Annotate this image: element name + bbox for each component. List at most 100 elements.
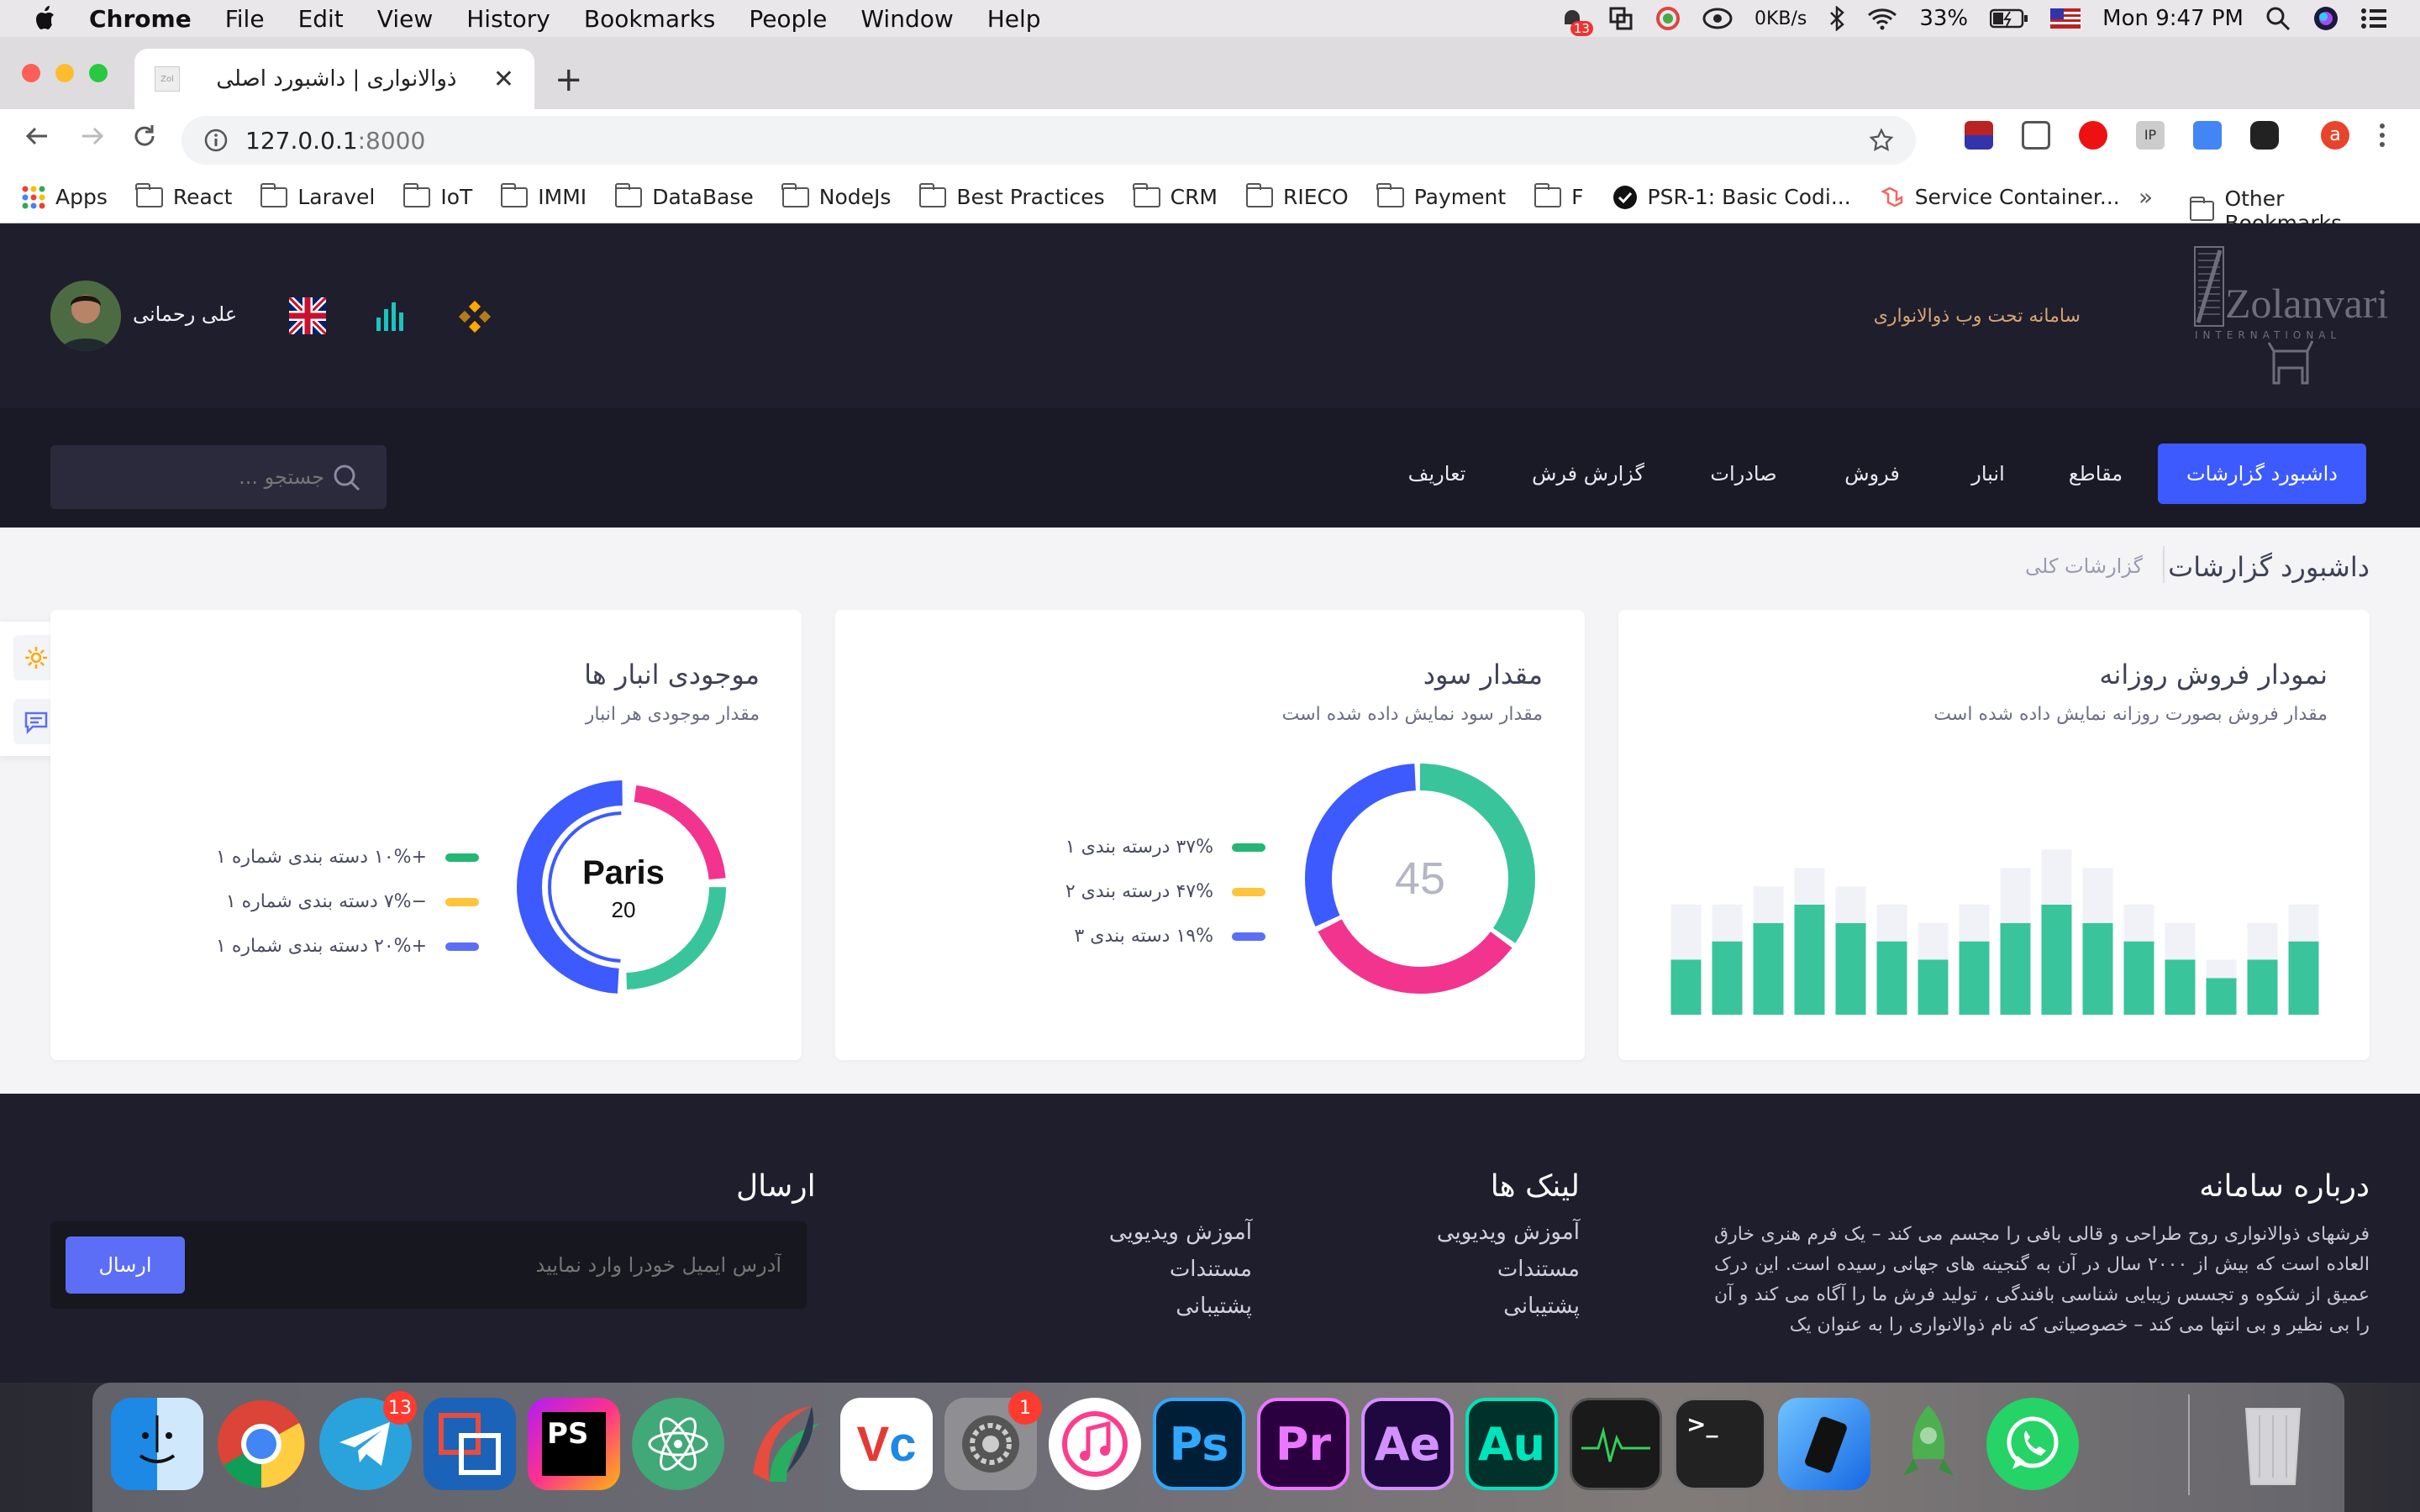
dock-after-effects[interactable]: Ae [1361,1398,1454,1490]
dock-simulator[interactable] [1778,1398,1870,1490]
dock-atom[interactable] [632,1398,724,1490]
search-input[interactable] [72,460,324,494]
translate-box-extension-icon[interactable] [2022,121,2050,150]
bookmarks-overflow-button[interactable]: » [2139,183,2153,211]
bookmark-folder-best-practices[interactable]: Best Practices [918,182,1105,209]
apps-menu-button[interactable] [458,300,492,336]
nav-definitions[interactable]: تعاریف [1395,444,1479,504]
language-switch-button[interactable] [287,295,329,338]
dock-activity-monitor[interactable] [1570,1398,1662,1490]
zoom-window-button[interactable] [89,64,108,82]
stats-button[interactable] [375,302,407,334]
chrome-menu-icon[interactable] [2378,121,2386,150]
footer-link-support[interactable]: پشتیبانی [1503,1294,1580,1319]
nav-sales[interactable]: فروش [1830,444,1914,504]
menu-view[interactable]: View [377,5,433,33]
dock-itunes[interactable] [1049,1398,1141,1490]
dock-chrome[interactable] [215,1398,308,1490]
nav-dashboard-reports[interactable]: داشبورد گزارشات [2158,444,2366,504]
active-tab[interactable]: Zol ذوالانواری | داشبورد اصلی ✕ [134,49,534,109]
dock-finder[interactable] [111,1398,203,1490]
footer-link-video-tutorial[interactable]: آموزش ویدیویی [1437,1220,1580,1245]
menu-window[interactable]: Window [860,5,953,33]
bookmark-folder-payment[interactable]: Payment [1376,182,1506,209]
bookmark-folder-nodejs[interactable]: NodeJs [781,182,891,209]
dock-mining-app[interactable] [1882,1398,1975,1490]
search-icon[interactable] [333,464,361,492]
menu-bookmarks[interactable]: Bookmarks [584,5,715,33]
footer-link-support[interactable]: پشتیبانی [1176,1294,1252,1319]
back-button[interactable] [22,121,52,159]
flag-extension-icon[interactable] [1965,121,1993,150]
dock-photoshop[interactable]: Ps [1153,1398,1245,1490]
address-bar[interactable]: 127.0.0.1:8000 [182,116,1916,165]
forward-button[interactable] [77,121,108,159]
dock-premiere[interactable]: Pr [1257,1398,1349,1490]
wifi-icon[interactable] [1867,7,1897,30]
clock[interactable]: Mon 9:47 PM [2102,6,2244,31]
us-flag-input-icon[interactable] [2050,8,2081,29]
ip-extension-icon[interactable]: IP [2136,121,2165,150]
user-avatar[interactable] [50,281,121,351]
dock-system-preferences[interactable]: 1 [944,1391,1042,1490]
brand-logo[interactable]: Zolanvari INTERNATIONAL [2191,242,2388,390]
apple-icon[interactable] [34,4,59,33]
colorful-app-icon[interactable] [1655,6,1681,31]
bookmark-folder-rieco[interactable]: RIECO [1245,182,1349,209]
user-name[interactable]: علی رحمانی [133,302,237,326]
dock-telegram[interactable]: 13 [319,1391,417,1490]
send-button[interactable]: ارسال [66,1236,185,1294]
dock-audition[interactable]: Au [1465,1398,1558,1490]
reload-button[interactable] [129,121,160,159]
battery-icon[interactable] [1990,8,2028,29]
dock-trash[interactable] [2227,1398,2319,1490]
menu-history[interactable]: History [466,5,550,33]
footer-link-video-tutorial[interactable]: آموزش ویدیویی [1109,1220,1252,1245]
close-window-button[interactable] [22,64,40,82]
menu-people[interactable]: People [749,5,827,33]
bluetooth-icon[interactable] [1828,6,1845,31]
bookmark-star-icon[interactable] [1869,128,1894,153]
bookmark-psr1[interactable]: PSR-1: Basic Codi... [1612,185,1851,210]
spotlight-search-icon[interactable] [2265,6,2291,31]
footer-link-docs[interactable]: مستندات [1497,1257,1580,1282]
nav-carpet-report[interactable]: گزارش فرش [1518,444,1659,504]
bookmark-folder-immi[interactable]: IMMI [500,182,587,209]
minimize-window-button[interactable] [55,64,74,82]
bookmark-folder-database[interactable]: DataBase [614,182,754,209]
nav-sections[interactable]: مقاطع [2055,444,2136,504]
dock-rocket-app[interactable] [736,1398,829,1490]
incognito-extension-icon[interactable] [2250,121,2279,150]
menu-app-name[interactable]: Chrome [89,5,192,33]
site-info-icon[interactable] [203,128,229,153]
menu-help[interactable]: Help [987,5,1041,33]
bookmark-apps[interactable]: Apps [22,185,108,209]
nav-warehouse[interactable]: انبار [1948,444,2028,504]
adblock-extension-icon[interactable] [2079,121,2107,150]
bookmark-service-container[interactable]: Service Container... [1880,185,2120,210]
new-tab-button[interactable]: + [555,60,583,99]
dock-terminal[interactable]: >_ [1674,1398,1766,1490]
bookmark-folder-f[interactable]: F [1534,182,1584,209]
notification-center-icon[interactable] [2361,8,2386,29]
dock-whatsapp[interactable] [1986,1398,2079,1490]
dock-parallels[interactable] [424,1398,516,1490]
nav-exports[interactable]: صادرات [1697,444,1790,504]
dock-vnc[interactable]: Vc [840,1398,933,1490]
notification-status-icon[interactable]: 13 [1558,4,1593,36]
menu-file[interactable]: File [225,5,265,33]
menu-edit[interactable]: Edit [298,5,344,33]
siri-icon[interactable] [2312,5,2339,32]
bookmark-folder-crm[interactable]: CRM [1133,182,1218,209]
close-tab-icon[interactable]: ✕ [493,65,514,94]
screen-capture-icon[interactable] [1608,6,1634,31]
bookmark-folder-laravel[interactable]: Laravel [260,182,375,209]
bookmark-folder-react[interactable]: React [135,182,232,209]
bookmark-folder-iot[interactable]: IoT [402,182,472,209]
profile-avatar[interactable]: a [2321,121,2349,150]
google-translate-extension-icon[interactable] [2193,121,2222,150]
breadcrumb-subtitle[interactable]: گزارشات کلی [2025,554,2143,578]
email-input[interactable] [218,1247,781,1284]
footer-link-docs[interactable]: مستندات [1170,1257,1252,1282]
creative-cloud-icon[interactable] [1702,8,1733,29]
